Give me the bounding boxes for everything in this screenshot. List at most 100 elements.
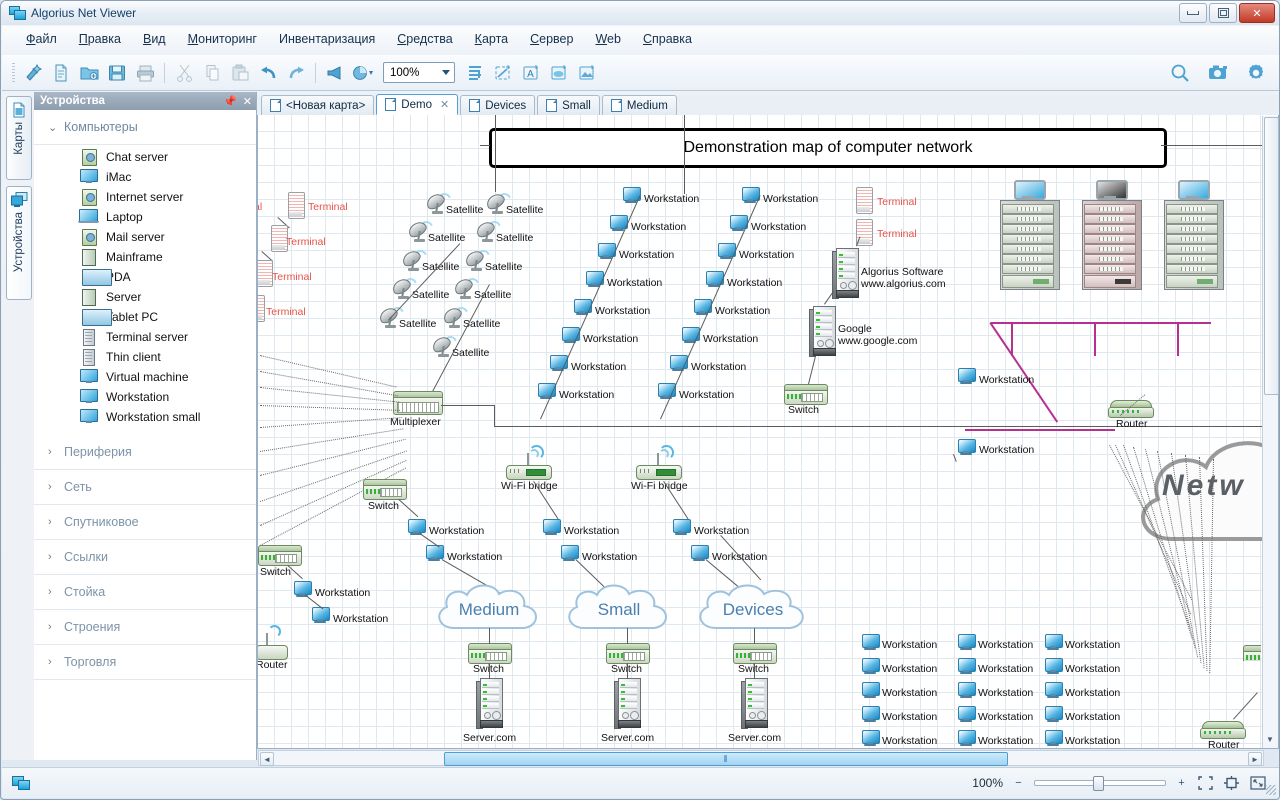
resize-grip[interactable] [1266, 785, 1276, 795]
menu-web[interactable]: Web [585, 28, 630, 50]
menu-inventory[interactable]: Инвентаризация [269, 28, 385, 50]
workstation-node[interactable] [958, 368, 976, 384]
add-node-icon[interactable] [461, 60, 489, 86]
workstation-node[interactable] [408, 519, 426, 535]
close-button[interactable]: ✕ [1239, 3, 1275, 23]
add-image-icon[interactable] [573, 60, 601, 86]
open-folder-icon[interactable] [75, 60, 103, 86]
group-peripherals[interactable]: › Периферия [34, 435, 256, 470]
zoom-in-icon[interactable]: + [1175, 777, 1188, 790]
satellite-node[interactable] [440, 304, 471, 329]
workstation-node[interactable] [312, 607, 330, 623]
zoom-slider[interactable] [1034, 776, 1166, 791]
settings-icon[interactable] [1242, 60, 1270, 86]
group-buildings[interactable]: › Строения [34, 610, 256, 645]
tab-devices[interactable]: Devices [460, 95, 536, 115]
menu-edit[interactable]: Правка [69, 28, 131, 50]
router-node[interactable] [1200, 721, 1246, 739]
terminal-node[interactable] [271, 225, 288, 252]
terminal-node[interactable] [258, 295, 265, 322]
add-cloud-icon[interactable] [545, 60, 573, 86]
group-links[interactable]: › Ссылки [34, 540, 256, 575]
menu-help[interactable]: Справка [633, 28, 702, 50]
wifi-router-node[interactable] [258, 625, 288, 660]
terminal-node[interactable] [856, 187, 873, 214]
list-item[interactable]: Workstation [34, 387, 256, 407]
terminal-node[interactable] [258, 260, 273, 287]
print-icon[interactable] [131, 60, 159, 86]
minimize-button[interactable] [1179, 3, 1207, 23]
menu-map[interactable]: Карта [465, 28, 518, 50]
rack-node[interactable] [1080, 180, 1144, 290]
copy-icon[interactable] [198, 60, 226, 86]
satellite-node[interactable] [473, 218, 504, 243]
horizontal-scroll-thumb[interactable]: ⦀ [444, 752, 1008, 766]
tab-close-icon[interactable]: ✕ [440, 98, 449, 111]
menu-file[interactable]: Файл [16, 28, 67, 50]
wifi-bridge-node[interactable] [636, 445, 682, 480]
list-item[interactable]: Workstation small [34, 407, 256, 427]
rack-node[interactable] [1162, 180, 1226, 290]
server-node[interactable] [476, 678, 503, 729]
list-item[interactable]: Chat server [34, 147, 256, 167]
scroll-down-arrow[interactable]: ▼ [1266, 735, 1274, 744]
list-item[interactable]: Laptop [34, 207, 256, 227]
workstation-node[interactable] [958, 439, 976, 455]
server-node[interactable] [741, 678, 768, 729]
workstation-node[interactable] [426, 545, 444, 561]
vertical-scrollbar[interactable]: ▼ [1262, 116, 1279, 748]
group-satellite[interactable]: › Спутниковое [34, 505, 256, 540]
toolbar-grip[interactable] [12, 62, 15, 83]
vertical-tab-devices[interactable]: Устройства [6, 186, 32, 300]
workstation-node[interactable] [958, 634, 976, 650]
close-icon[interactable]: ✕ [243, 95, 252, 108]
switch-node[interactable] [258, 545, 302, 566]
list-item[interactable]: PDA [34, 267, 256, 287]
workstation-node[interactable] [862, 634, 880, 650]
chevron-down-icon[interactable] [442, 70, 450, 75]
undo-icon[interactable] [254, 60, 282, 86]
multiplexer-node[interactable] [393, 391, 443, 415]
menu-tools[interactable]: Средства [387, 28, 462, 50]
menu-monitoring[interactable]: Мониторинг [178, 28, 267, 50]
satellite-node[interactable] [405, 218, 436, 243]
list-item[interactable]: Internet server [34, 187, 256, 207]
workstation-node[interactable] [1045, 730, 1063, 746]
satellite-node[interactable] [399, 247, 430, 272]
router-node[interactable] [1108, 400, 1154, 418]
cloud-small[interactable]: Small [558, 578, 680, 640]
satellite-node[interactable] [462, 247, 493, 272]
wifi-bridge-node[interactable] [506, 445, 552, 480]
switch-node[interactable] [468, 643, 512, 664]
vertical-tab-maps[interactable]: Карты [6, 96, 32, 180]
list-item[interactable]: Virtual machine [34, 367, 256, 387]
pin-icon[interactable]: 📌 [223, 95, 237, 108]
group-trade[interactable]: › Торговля [34, 645, 256, 680]
tab-demo[interactable]: Demo ✕ [376, 94, 459, 115]
terminal-node[interactable] [288, 192, 305, 219]
satellite-node[interactable] [451, 275, 482, 300]
zoom-slider-knob[interactable] [1093, 776, 1104, 791]
workstation-node[interactable] [1045, 634, 1063, 650]
workstation-node[interactable] [958, 730, 976, 746]
ping-icon[interactable] [321, 60, 349, 86]
satellite-node[interactable] [483, 190, 514, 215]
list-item[interactable]: Tablet PC [34, 307, 256, 327]
workstation-node[interactable] [958, 682, 976, 698]
group-computers[interactable]: ⌄ Компьютеры [34, 110, 256, 145]
screenshot-icon[interactable] [1204, 60, 1232, 86]
cloud-devices[interactable]: Devices [688, 578, 818, 640]
center-icon[interactable] [1223, 776, 1240, 791]
map-title-banner[interactable]: Demonstration map of computer network [489, 128, 1167, 168]
map-canvas[interactable]: Demonstration map of computer network Te… [258, 115, 1278, 748]
scroll-left-arrow[interactable]: ◄ [260, 752, 274, 766]
workstation-node[interactable] [543, 519, 561, 535]
save-icon[interactable] [103, 60, 131, 86]
vertical-scroll-thumb[interactable] [1264, 117, 1279, 395]
workstation-node[interactable] [958, 658, 976, 674]
workstation-node[interactable] [862, 682, 880, 698]
paste-icon[interactable] [226, 60, 254, 86]
workstation-node[interactable] [1045, 682, 1063, 698]
group-network[interactable]: › Сеть [34, 470, 256, 505]
new-document-icon[interactable] [47, 60, 75, 86]
